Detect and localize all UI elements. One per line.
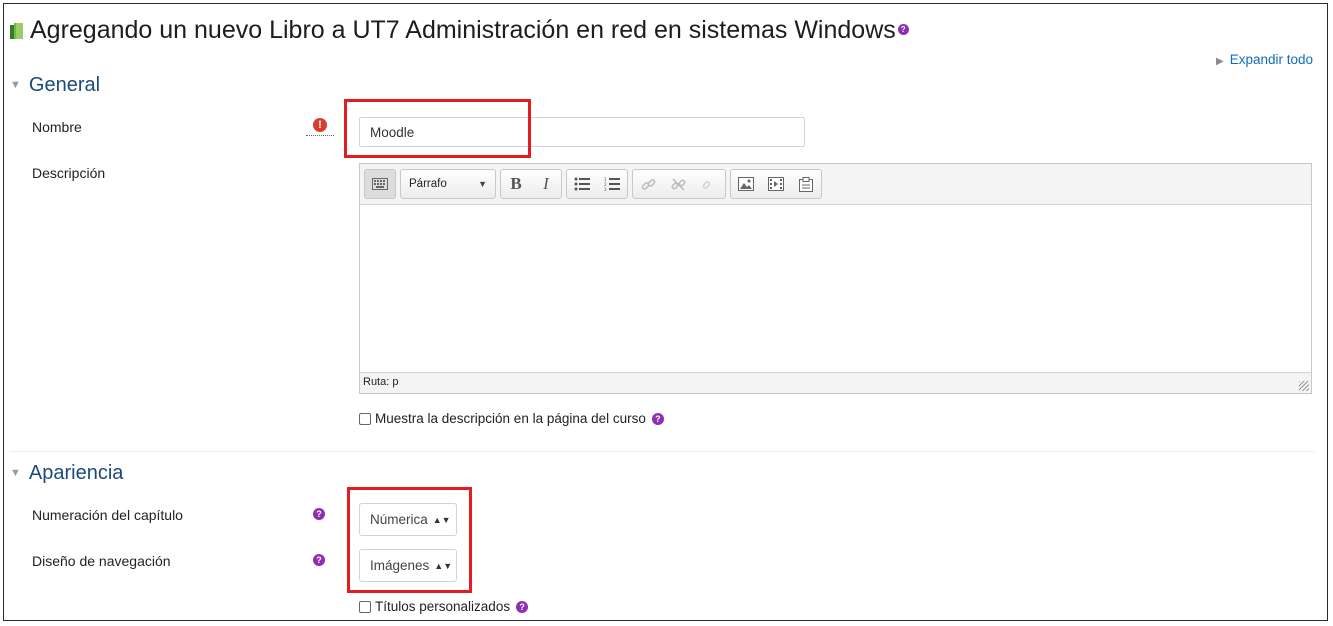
page-title-text: Agregando un nuevo Libro a UT7 Administr… <box>30 16 896 44</box>
show-description-row: Muestra la descripción en la página del … <box>359 411 664 426</box>
custom-titles-checkbox[interactable] <box>359 600 371 613</box>
chapter-numbering-value: Númerica <box>370 512 428 527</box>
navigation-design-value: Imágenes <box>370 558 430 573</box>
format-dropdown[interactable]: Párrafo ▼ <box>400 169 496 199</box>
description-editor: Párrafo ▼ B I 123 Ruta: p <box>359 163 1312 394</box>
expand-all-label: Expandir todo <box>1229 52 1313 67</box>
custom-titles-help-icon[interactable]: ? <box>516 600 529 613</box>
resize-grip-icon[interactable] <box>1299 381 1309 391</box>
chapter-numbering-select[interactable]: Númerica ▲▼ <box>359 503 457 536</box>
expand-all-link[interactable]: ▶ Expandir todo <box>1216 52 1313 67</box>
bold-icon[interactable]: B <box>501 170 531 198</box>
custom-titles-row: Títulos personalizados ? <box>359 599 529 614</box>
link-icon[interactable] <box>633 170 663 198</box>
up-down-arrow-icon: ▲▼ <box>432 514 451 525</box>
title-help-icon[interactable]: ? <box>897 23 909 35</box>
show-description-checkbox[interactable] <box>359 412 371 425</box>
toolbar-group-toggle <box>364 169 396 199</box>
svg-text:3: 3 <box>604 187 607 191</box>
editor-path: Ruta: p <box>363 376 399 388</box>
triangle-right-icon: ▶ <box>1215 56 1224 67</box>
toolbar-group-links <box>632 169 726 199</box>
editor-content-area[interactable] <box>360 205 1311 372</box>
unlink-icon[interactable] <box>663 170 693 198</box>
section-general-toggle[interactable]: ▼ General <box>10 74 100 97</box>
toolbar-group-lists: 123 <box>566 169 628 199</box>
caret-down-icon: ▼ <box>10 467 21 479</box>
section-appearance-toggle[interactable]: ▼ Apariencia <box>10 462 123 485</box>
custom-titles-label: Títulos personalizados <box>375 599 511 614</box>
up-down-arrow-icon: ▲▼ <box>434 560 453 571</box>
editor-statusbar: Ruta: p <box>360 372 1311 393</box>
editor-toolbar: Párrafo ▼ B I 123 <box>360 164 1311 205</box>
navigation-design-help-icon[interactable]: ? <box>313 554 325 566</box>
bullet-list-icon[interactable] <box>567 170 597 198</box>
media-icon[interactable] <box>761 170 791 198</box>
manage-files-link-icon[interactable] <box>693 170 723 198</box>
image-icon[interactable] <box>731 170 761 198</box>
format-select[interactable]: Párrafo ▼ <box>401 170 495 198</box>
chapter-numbering-help-icon[interactable]: ? <box>313 508 325 520</box>
name-input[interactable] <box>359 117 805 147</box>
numbered-list-icon[interactable]: 123 <box>597 170 627 198</box>
toolbar-group-style: B I <box>500 169 562 199</box>
book-icon <box>10 17 23 39</box>
required-icon: ! <box>313 118 327 132</box>
navigation-design-select[interactable]: Imágenes ▲▼ <box>359 549 457 582</box>
italic-icon[interactable]: I <box>531 170 561 198</box>
manage-files-icon[interactable] <box>791 170 821 198</box>
chevron-down-icon: ▼ <box>478 179 487 189</box>
show-description-label: Muestra la descripción en la página del … <box>375 411 646 426</box>
section-general-title: General <box>28 74 101 96</box>
required-underline <box>306 135 334 136</box>
show-more-buttons-icon[interactable] <box>365 170 395 198</box>
show-description-help-icon[interactable]: ? <box>651 412 664 425</box>
description-label: Descripción <box>32 165 106 181</box>
navigation-design-label: Diseño de navegación <box>32 553 171 569</box>
toolbar-group-media <box>730 169 822 199</box>
name-label: Nombre <box>32 119 82 135</box>
format-selected: Párrafo <box>409 178 447 190</box>
section-divider <box>10 451 1315 452</box>
section-appearance-title: Apariencia <box>28 462 124 484</box>
caret-down-icon: ▼ <box>10 79 21 91</box>
page-title: Agregando un nuevo Libro a UT7 Administr… <box>10 16 909 45</box>
chapter-numbering-label: Numeración del capítulo <box>32 507 183 523</box>
